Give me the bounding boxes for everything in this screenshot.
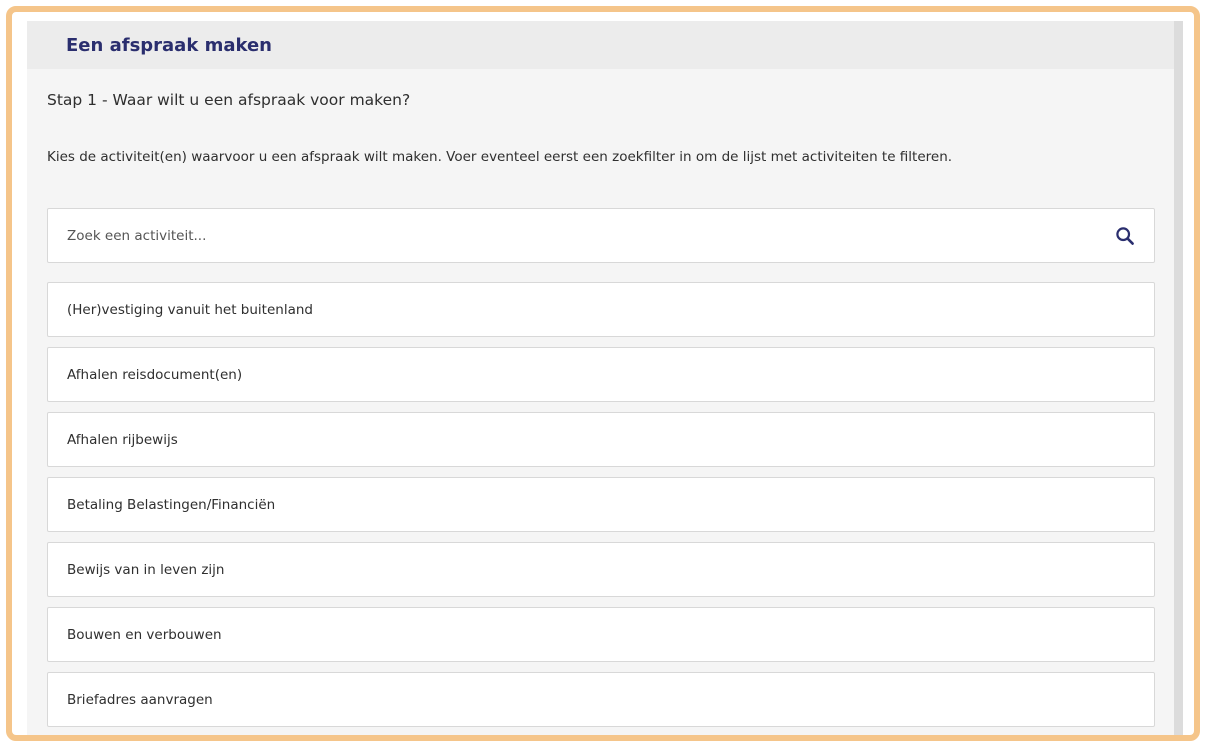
activity-item[interactable]: Bewijs van in leven zijn	[47, 542, 1155, 597]
page-title: Een afspraak maken	[66, 35, 272, 56]
appointment-panel: Een afspraak maken Stap 1 - Waar wilt u …	[27, 21, 1183, 735]
search-input[interactable]	[48, 209, 1067, 262]
app-frame: Een afspraak maken Stap 1 - Waar wilt u …	[6, 6, 1200, 741]
search-icon[interactable]	[1115, 226, 1135, 246]
activity-item[interactable]: Betaling Belastingen/Financiën	[47, 477, 1155, 532]
activity-item[interactable]: Bouwen en verbouwen	[47, 607, 1155, 662]
activity-list: (Her)vestiging vanuit het buitenland Afh…	[47, 282, 1155, 735]
step-instruction: Kies de activiteit(en) waarvoor u een af…	[47, 149, 953, 165]
activity-item[interactable]: Afhalen rijbewijs	[47, 412, 1155, 467]
activity-item[interactable]: Afhalen reisdocument(en)	[47, 347, 1155, 402]
search-box	[47, 208, 1155, 263]
activity-item[interactable]: (Her)vestiging vanuit het buitenland	[47, 282, 1155, 337]
activity-item[interactable]: Briefadres aanvragen	[47, 672, 1155, 727]
panel-header: Een afspraak maken	[27, 21, 1174, 69]
step-title: Stap 1 - Waar wilt u een afspraak voor m…	[47, 91, 411, 109]
